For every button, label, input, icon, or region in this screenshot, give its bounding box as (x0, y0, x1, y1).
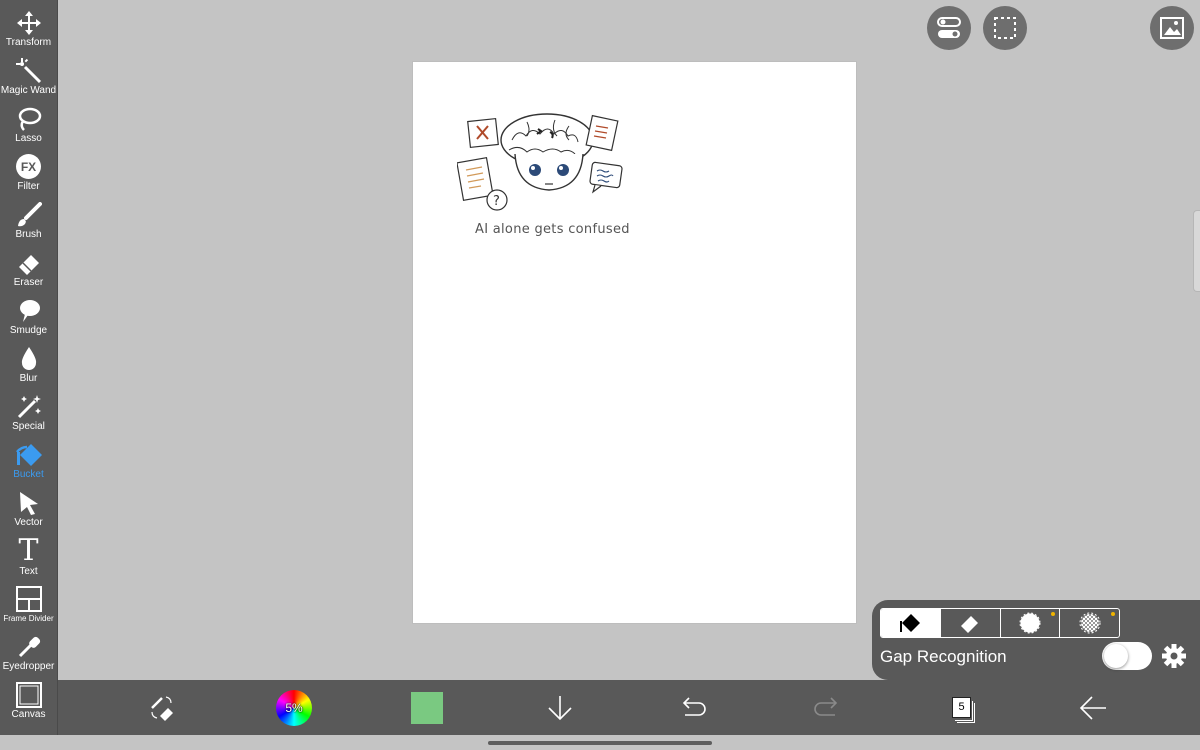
tool-bucket[interactable]: Bucket (0, 432, 57, 480)
tool-blur[interactable]: Blur (0, 336, 57, 384)
reference-layer-icon (1019, 612, 1041, 634)
color-wheel-icon: 5% (276, 690, 312, 726)
layers-icon: 5 (945, 693, 975, 723)
tool-label: Eraser (13, 277, 44, 288)
gap-recognition-label: Gap Recognition (880, 647, 1007, 666)
arrow-left-icon (1079, 696, 1106, 720)
tool-label: Brush (15, 229, 42, 240)
tool-label: Frame Divider (3, 614, 54, 623)
brush-icon (15, 201, 43, 228)
magic-wand-icon (15, 57, 43, 84)
tool-label: Vector (14, 517, 43, 528)
svg-text:?: ? (493, 194, 500, 209)
tool-label: Lasso (15, 133, 42, 144)
selection-marquee-icon (994, 17, 1016, 39)
tool-canvas[interactable]: Canvas (0, 672, 57, 720)
download-button[interactable] (542, 690, 578, 726)
tool-label: Smudge (9, 325, 48, 336)
layers-count: 5 (952, 697, 971, 718)
gear-icon[interactable] (1161, 643, 1187, 669)
side-panel-handle[interactable] (1193, 210, 1200, 292)
tool-eyedropper[interactable]: Eyedropper (0, 624, 57, 672)
fx-glyph: FX (16, 154, 41, 179)
tool-label: Filter (17, 181, 40, 192)
redo-button[interactable] (809, 690, 845, 726)
drop-icon (15, 345, 43, 372)
tool-filter[interactable]: FX Filter (0, 144, 57, 192)
tool-eraser[interactable]: Eraser (0, 240, 57, 288)
reference-layer-button[interactable] (1001, 609, 1061, 637)
text-t-icon: T (15, 533, 43, 568)
erase-fill-icon (961, 616, 979, 633)
drawing-canvas[interactable]: ? AI alone gets confused (413, 62, 856, 623)
tool-label: Blur (19, 373, 38, 384)
eyedropper-icon (15, 633, 43, 660)
undo-button[interactable] (675, 690, 711, 726)
confused-brain-illustration: ? (457, 113, 623, 211)
tool-special[interactable]: Special (0, 384, 57, 432)
arrow-down-icon (548, 696, 572, 721)
text-glyph: T (18, 533, 39, 568)
sparkle-wand-icon (15, 393, 43, 420)
option-indicator-dot (1111, 612, 1115, 616)
toggle-settings-icon (937, 17, 961, 38)
tool-text[interactable]: T Text (0, 528, 57, 578)
tool-lasso[interactable]: Lasso (0, 96, 57, 144)
lasso-icon (15, 105, 43, 132)
fill-mode-icon (900, 614, 921, 632)
tool-label: Bucket (13, 469, 44, 480)
frame-divider-icon (15, 585, 43, 612)
current-color-swatch (411, 692, 443, 724)
toggle-settings-button[interactable] (927, 6, 971, 50)
erase-fill-button[interactable] (941, 609, 1001, 637)
canvas-square-icon (15, 681, 43, 708)
illustration-caption: AI alone gets confused (475, 222, 630, 237)
tool-label: Special (12, 421, 45, 432)
pointer-arrow-icon (15, 489, 43, 516)
brush-opacity-label: 5% (285, 701, 303, 715)
tool-smudge[interactable]: Smudge (0, 288, 57, 336)
tool-frame-divider[interactable]: Frame Divider (0, 576, 57, 624)
redo-icon (814, 697, 838, 716)
swap-brush-eraser-button[interactable] (144, 690, 180, 726)
transparency-icon (1079, 612, 1101, 634)
gap-recognition-toggle[interactable] (1102, 642, 1152, 670)
brush-eraser-swap-icon (151, 696, 173, 721)
color-picker-button[interactable]: 5% (276, 690, 312, 726)
bucket-icon (15, 441, 43, 468)
tool-label: Canvas (11, 709, 46, 720)
fill-mode-button[interactable] (881, 609, 941, 637)
option-indicator-dot (1051, 612, 1056, 616)
layers-button[interactable]: 5 (942, 690, 978, 726)
tool-brush[interactable]: Brush (0, 192, 57, 240)
tool-label: Magic Wand (0, 85, 57, 96)
smudge-icon (15, 297, 43, 324)
bucket-options-panel: Gap Recognition (872, 600, 1200, 680)
eraser-icon (15, 249, 43, 276)
reference-image-button[interactable] (1150, 6, 1194, 50)
tool-label: Transform (5, 37, 52, 48)
bottom-toolbar: 5% 5 (58, 680, 1200, 735)
home-indicator[interactable] (488, 741, 712, 745)
selection-button[interactable] (983, 6, 1027, 50)
current-color-button[interactable] (409, 690, 445, 726)
undo-icon (682, 697, 706, 716)
tool-transform[interactable]: Transform (0, 0, 57, 48)
move-arrows-icon (15, 9, 43, 36)
fx-icon: FX (15, 153, 43, 180)
tool-vector[interactable]: Vector (0, 480, 57, 528)
tool-sidebar: Transform Magic Wand Lasso FX Filter Bru… (0, 0, 58, 750)
tool-label: Eyedropper (2, 661, 55, 672)
fill-mode-selector (880, 608, 1120, 638)
transparency-button[interactable] (1060, 609, 1119, 637)
back-button[interactable] (1075, 690, 1111, 726)
image-icon (1160, 17, 1184, 39)
tool-magic-wand[interactable]: Magic Wand (0, 48, 57, 96)
toggle-knob (1104, 644, 1128, 668)
